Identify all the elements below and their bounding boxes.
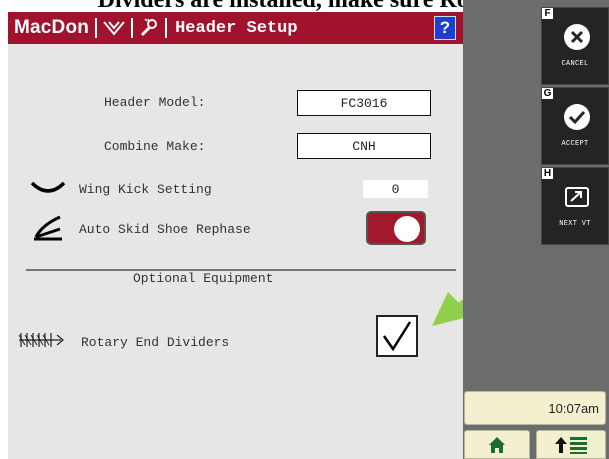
home-icon <box>489 436 505 453</box>
softkey-label: NEXT VT <box>559 220 591 228</box>
next-vt-softkey[interactable]: H NEXT VT <box>541 167 609 245</box>
header-setup-screen: MacDon Header Setup ? Header Model: FC30… <box>8 12 463 459</box>
title-separator <box>131 18 134 38</box>
brand-logo: MacDon <box>14 17 90 38</box>
menu-up-icon <box>555 436 587 454</box>
softkey-letter: G <box>542 88 553 99</box>
cancel-softkey[interactable]: F CANCEL <box>541 7 609 85</box>
optional-equipment-heading: Optional Equipment <box>133 271 274 286</box>
home-button[interactable] <box>464 430 530 459</box>
wing-kick-icon <box>30 181 66 200</box>
combine-make-label: Combine Make: <box>104 139 206 154</box>
rotary-end-dividers-label: Rotary End Dividers <box>81 335 230 350</box>
page-title: Header Setup <box>175 18 298 38</box>
title-separator <box>165 18 168 38</box>
combine-make-field[interactable]: CNH <box>297 133 431 159</box>
cancel-x-icon <box>564 24 590 50</box>
softkey-label: CANCEL <box>561 60 589 68</box>
skid-shoe-icon <box>30 213 66 248</box>
rotary-divider-icon <box>17 331 65 354</box>
auto-skid-label: Auto Skid Shoe Rephase <box>79 222 251 237</box>
clock-display: 10:07am <box>464 391 606 425</box>
softkey-letter: H <box>542 168 553 179</box>
auto-skid-toggle[interactable] <box>366 211 426 245</box>
help-button[interactable]: ? <box>434 16 456 40</box>
next-vt-icon <box>565 187 589 207</box>
toggle-knob <box>394 216 420 242</box>
header-model-field[interactable]: FC3016 <box>297 90 431 116</box>
accept-check-icon <box>564 104 590 130</box>
menu-button[interactable] <box>536 430 606 459</box>
wing-kick-field[interactable]: 0 <box>363 180 428 198</box>
rotary-end-dividers-checkbox[interactable] <box>376 315 418 357</box>
header-model-label: Header Model: <box>104 95 206 110</box>
title-bar: MacDon Header Setup ? <box>8 12 463 44</box>
softkey-label: ACCEPT <box>561 140 589 148</box>
softkey-letter: F <box>542 8 553 19</box>
header-icon <box>103 19 125 37</box>
checkmark-icon <box>382 321 412 352</box>
title-separator <box>95 18 98 38</box>
wing-kick-label: Wing Kick Setting <box>79 182 212 197</box>
wrench-setup-icon <box>139 18 159 38</box>
accept-softkey[interactable]: G ACCEPT <box>541 87 609 165</box>
